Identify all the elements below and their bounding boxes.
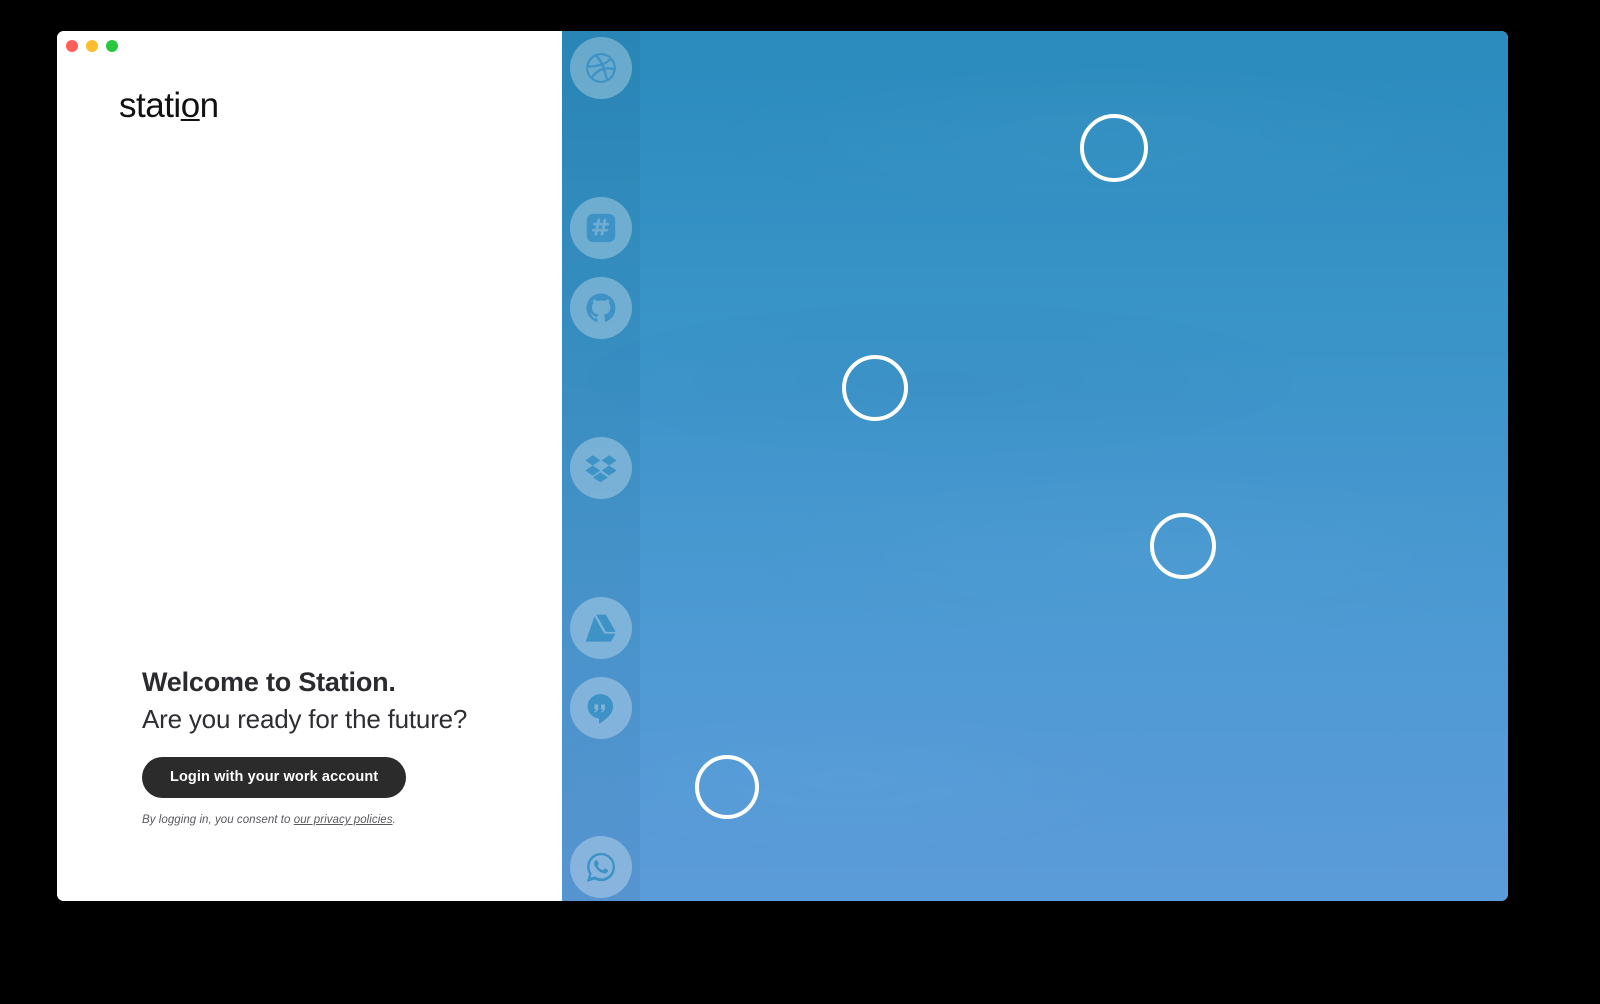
- welcome-subheading: Are you ready for the future?: [142, 703, 468, 734]
- app-icon-hangouts[interactable]: [570, 677, 632, 739]
- logo-text-underlined: o: [180, 86, 200, 125]
- app-icon-slack[interactable]: [570, 197, 632, 259]
- close-button[interactable]: [66, 40, 78, 52]
- dropbox-icon: [584, 451, 618, 485]
- app-icon-google-drive[interactable]: [570, 597, 632, 659]
- logo-text-suffix: n: [199, 86, 219, 125]
- consent-suffix: .: [392, 814, 396, 827]
- slack-hash-icon: [584, 211, 618, 245]
- screen: station Welcome to Station. Are you read…: [0, 0, 1600, 1004]
- consent-prefix: By logging in, you consent to: [142, 814, 294, 827]
- hangouts-icon: [585, 692, 617, 724]
- welcome-block: Welcome to Station. Are you ready for th…: [142, 667, 542, 826]
- whatsapp-icon: [584, 850, 618, 884]
- app-icon-whatsapp[interactable]: [570, 836, 632, 898]
- decor-ring-3: [1150, 513, 1216, 579]
- logo-text-prefix: stati: [119, 86, 181, 125]
- app-icon-dribbble[interactable]: [570, 37, 632, 99]
- decor-ring-1: [1080, 114, 1148, 182]
- google-drive-icon: [584, 611, 618, 645]
- privacy-policy-link[interactable]: our privacy policies: [294, 814, 393, 826]
- window-traffic-lights: [66, 40, 118, 52]
- decor-ring-2: [842, 355, 908, 421]
- app-icon-dropbox[interactable]: [570, 437, 632, 499]
- station-logo: station: [119, 88, 219, 123]
- decor-ring-4: [695, 755, 759, 819]
- login-pane: station Welcome to Station. Are you read…: [57, 31, 562, 901]
- minimize-button[interactable]: [86, 40, 98, 52]
- welcome-heading: Welcome to Station.: [142, 667, 396, 697]
- hero-pane: [562, 31, 1508, 901]
- consent-text: By logging in, you consent to our privac…: [142, 814, 542, 826]
- zoom-button[interactable]: [106, 40, 118, 52]
- dribbble-icon: [584, 51, 618, 85]
- github-icon: [584, 291, 618, 325]
- station-app-window: station Welcome to Station. Are you read…: [57, 31, 1508, 901]
- login-button[interactable]: Login with your work account: [142, 757, 407, 799]
- app-icon-rail: [562, 31, 640, 901]
- app-icon-github[interactable]: [570, 277, 632, 339]
